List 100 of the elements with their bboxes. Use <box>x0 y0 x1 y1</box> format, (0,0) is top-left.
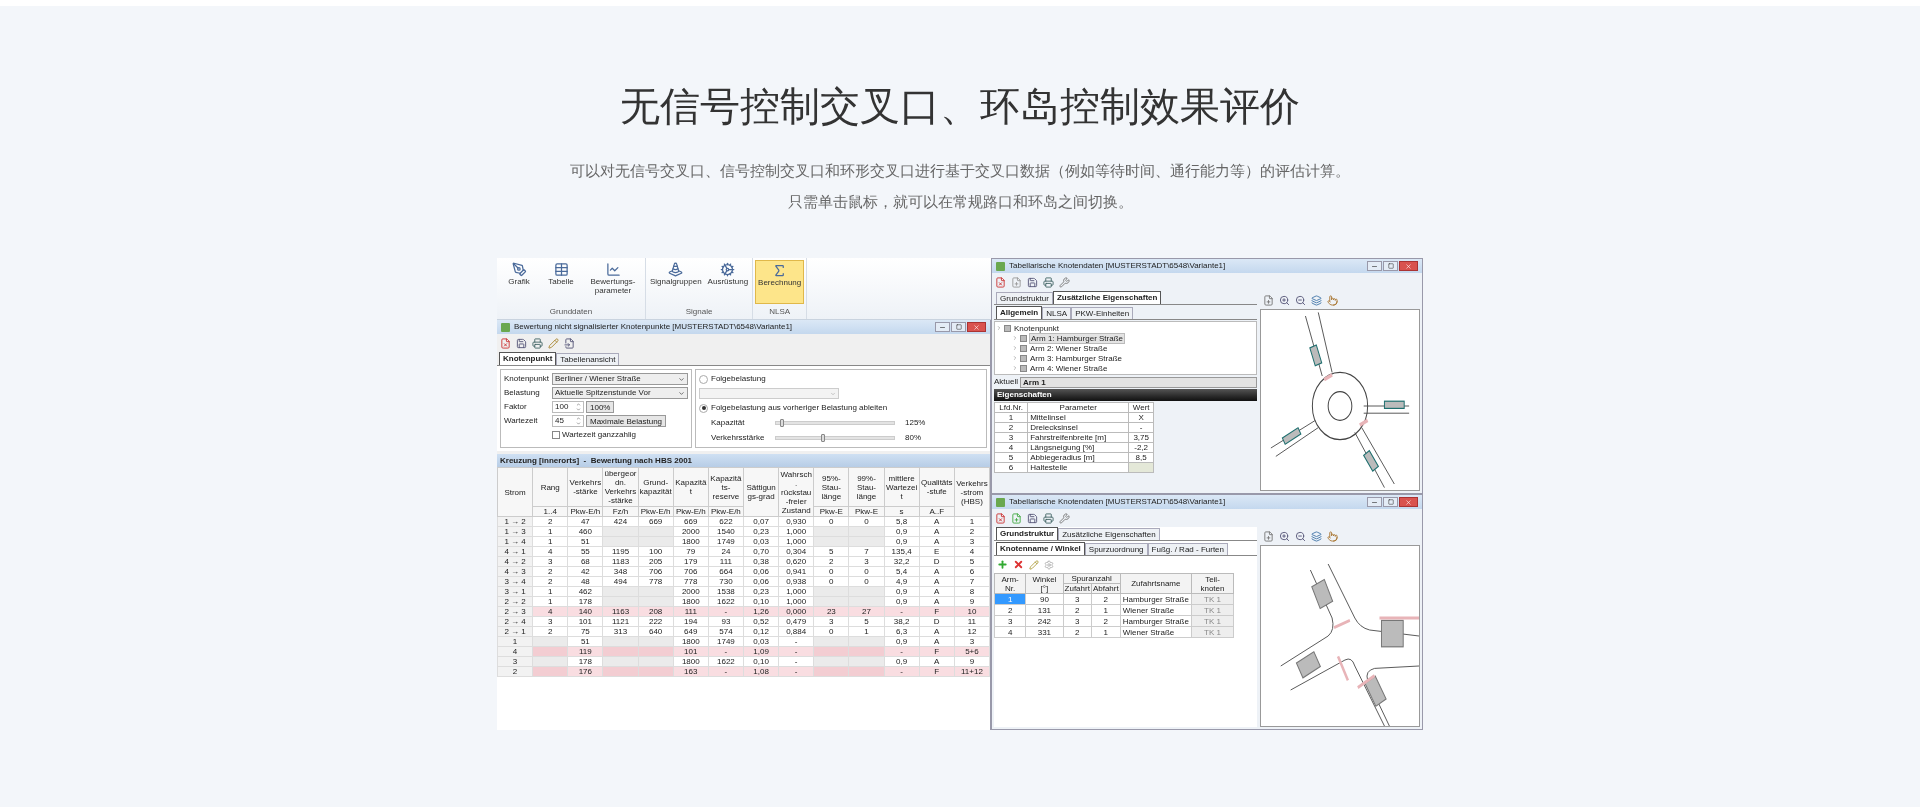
maximize-button[interactable] <box>951 322 966 332</box>
print-icon[interactable] <box>1043 512 1054 524</box>
close-file-icon[interactable] <box>995 276 1006 288</box>
print-icon[interactable] <box>1043 276 1054 288</box>
export-icon[interactable] <box>564 337 575 349</box>
traffic-cone-icon <box>668 262 684 277</box>
tree-item[interactable]: Arm 3: Hamburger Straße <box>1029 353 1124 363</box>
table-cell: 4 <box>994 626 1026 638</box>
tree-item[interactable]: Arm 2: Wiener Straße <box>1029 343 1109 353</box>
table-cell: 2 → 4 <box>497 616 533 627</box>
tab[interactable]: NLSA <box>1042 307 1072 319</box>
table-cell: 0,9 <box>884 586 920 597</box>
tab[interactable]: Tabellenansicht <box>556 353 620 365</box>
ribbon-button[interactable]: Tabelle <box>541 260 581 304</box>
ribbon-button[interactable]: Grafik <box>499 260 539 304</box>
table-cell: 1 → 3 <box>497 526 533 537</box>
radio-button[interactable] <box>699 403 708 413</box>
table-cell: 222 <box>638 616 674 627</box>
new-file-icon[interactable] <box>1011 512 1022 524</box>
table-cell: 178 <box>567 656 603 667</box>
ribbon-button[interactable]: Bewertungs-parameter <box>583 260 643 304</box>
tab[interactable]: Fußg. / Rad - Furten <box>1147 543 1228 555</box>
zoom-in-icon[interactable] <box>1279 294 1290 306</box>
new-page-icon[interactable] <box>1263 530 1274 542</box>
save-icon[interactable] <box>1027 512 1038 524</box>
tab[interactable]: Grundstruktur <box>996 292 1053 304</box>
ribbon-group-label: Grunddaten <box>548 307 594 318</box>
table-cell: 1 <box>994 593 1026 605</box>
current-field[interactable]: Arm 1 <box>1020 376 1257 388</box>
table-cell: 163 <box>673 666 709 677</box>
ribbon-button[interactable]: Berechnung <box>755 260 805 304</box>
select-field[interactable]: Berliner / Wiener Straße <box>552 373 688 385</box>
table-cell: 1 → 2 <box>497 516 533 527</box>
maximize-icon <box>1387 499 1394 505</box>
window-title: Tabellarische Knotendaten [MUSTERSTADT\6548\Variante1] <box>1009 260 1226 272</box>
slider-thumb[interactable] <box>821 434 826 442</box>
save-icon[interactable] <box>1027 276 1038 288</box>
save-icon[interactable] <box>516 337 527 349</box>
tree-item[interactable]: Arm 4: Wiener Straße <box>1029 363 1109 373</box>
delete-icon[interactable] <box>1013 559 1024 570</box>
maximize-button[interactable] <box>1383 497 1398 507</box>
tab[interactable]: Knotenname / Winkel <box>996 542 1085 555</box>
table-cell: 2000 <box>673 586 709 597</box>
table-cell: 9 <box>954 596 990 607</box>
minimize-button[interactable] <box>1367 497 1382 507</box>
action-button[interactable]: 100% <box>586 401 615 413</box>
number-field[interactable]: 100 <box>552 401 584 413</box>
close-button[interactable] <box>1399 261 1418 271</box>
close-file-icon[interactable] <box>500 337 511 349</box>
spinner-icon[interactable] <box>576 402 581 412</box>
edit-icon[interactable] <box>548 337 559 349</box>
action-button[interactable]: Maximale Belastung <box>586 415 667 427</box>
ribbon-button[interactable]: Ausrüstung <box>705 260 751 304</box>
table-cell: - <box>778 656 814 667</box>
new-page-icon[interactable] <box>1263 294 1274 306</box>
table-cell: 5 <box>848 616 885 627</box>
spinner-icon[interactable] <box>576 416 581 426</box>
layers-icon[interactable] <box>1311 294 1322 306</box>
tools-icon[interactable] <box>1059 276 1070 288</box>
close-button[interactable] <box>1399 497 1418 507</box>
pointer-icon[interactable] <box>1327 294 1338 306</box>
select-field[interactable]: Aktuelle Spitzenstunde Vor <box>552 387 688 399</box>
tab[interactable]: Spurzuordnung <box>1084 543 1148 555</box>
add-icon[interactable] <box>997 559 1008 570</box>
checkbox[interactable] <box>552 431 560 439</box>
table-cell: 0,06 <box>743 576 779 587</box>
tab[interactable]: Knotenpunkt <box>499 352 557 365</box>
zoom-out-icon[interactable] <box>1295 294 1306 306</box>
radio-button[interactable] <box>699 374 708 384</box>
layers-icon[interactable] <box>1311 530 1322 542</box>
table-cell: 0 <box>813 566 849 577</box>
table-cell: 2 <box>1063 604 1092 616</box>
number-field[interactable]: 45 <box>552 415 584 427</box>
tab[interactable]: Allgemein <box>996 306 1043 319</box>
tab[interactable]: PKW-Einheiten <box>1071 307 1134 319</box>
maximize-button[interactable] <box>1383 261 1398 271</box>
close-file-icon[interactable] <box>995 512 1006 524</box>
table-cell: 649 <box>673 626 709 637</box>
zoom-in-icon[interactable] <box>1279 530 1290 542</box>
minimize-button[interactable] <box>935 322 950 332</box>
tree-item[interactable]: Knotenpunkt <box>1013 323 1060 333</box>
pointer-icon[interactable] <box>1327 530 1338 542</box>
ribbon-button[interactable]: Signalgruppen <box>648 260 704 304</box>
tree-item[interactable]: Arm 1: Hamburger Straße <box>1029 332 1126 344</box>
tools-icon[interactable] <box>1059 512 1070 524</box>
edit-icon[interactable] <box>1029 559 1039 570</box>
print-icon[interactable] <box>532 337 543 349</box>
new-file-icon[interactable] <box>1011 276 1022 288</box>
tab[interactable]: Grundstruktur <box>996 527 1059 540</box>
dropdown-field[interactable] <box>699 388 839 399</box>
expander-icon[interactable] <box>996 325 1002 331</box>
slider-label: Kapazität <box>711 417 746 429</box>
close-button[interactable] <box>967 322 986 332</box>
minimize-button[interactable] <box>1367 261 1382 271</box>
zoom-out-icon[interactable] <box>1295 530 1306 542</box>
tab[interactable]: Zusätzliche Eigenschaften <box>1052 291 1162 304</box>
table-cell: 1 <box>954 516 990 527</box>
settings-icon[interactable] <box>1044 559 1054 570</box>
slider-thumb[interactable] <box>779 419 784 427</box>
tab[interactable]: Zusätzliche Eigenschaften <box>1058 528 1160 540</box>
